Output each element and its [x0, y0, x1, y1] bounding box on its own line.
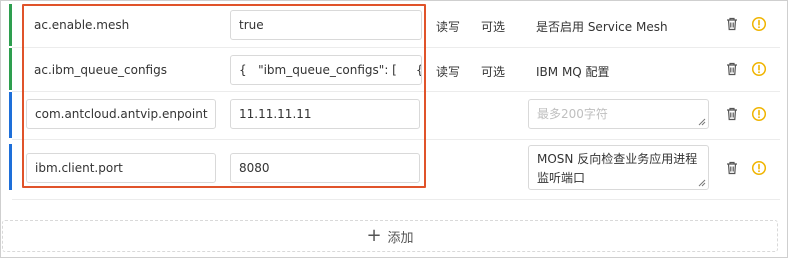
resize-handle-icon[interactable] [698, 179, 706, 187]
trash-icon[interactable] [724, 106, 740, 122]
description-text: IBM MQ 配置 [536, 65, 610, 79]
row-status-bar [9, 92, 12, 138]
access-mode-label: 读写 [436, 20, 461, 34]
plus-icon: + [366, 225, 382, 246]
required-label: 可选 [481, 20, 506, 34]
row-divider [12, 199, 780, 200]
required-label: 可选 [481, 65, 506, 79]
trash-icon[interactable] [724, 61, 740, 77]
row-divider [12, 139, 780, 140]
row-status-bar [9, 144, 12, 190]
config-key-input[interactable]: ibm.client.port [26, 153, 216, 183]
row-status-bar [9, 4, 12, 46]
description-text: 是否启用 Service Mesh [536, 20, 668, 34]
config-value-input[interactable]: true [230, 10, 422, 40]
trash-icon[interactable] [724, 160, 740, 176]
access-mode-label: 读写 [436, 65, 461, 79]
warning-circle-icon[interactable] [751, 106, 767, 122]
warning-circle-icon[interactable] [751, 16, 767, 32]
trash-icon[interactable] [724, 16, 740, 32]
description-text: MOSN 反向检查业务应用进程监听端口 [537, 152, 698, 185]
config-row-client-port: ibm.client.port 8080 MOSN 反向检查业务应用进程监听端口 [0, 144, 790, 190]
config-value-input[interactable]: 11.11.11.11 [230, 99, 420, 129]
config-value-input[interactable]: 8080 [230, 153, 420, 183]
config-key-input[interactable]: com.antcloud.antvip.enpoint [26, 99, 216, 129]
config-key-label: ac.ibm_queue_configs [34, 63, 167, 77]
add-button-label: 添加 [387, 230, 414, 246]
description-textarea[interactable]: 最多200字符 [528, 99, 709, 129]
config-key-label: ac.enable.mesh [34, 18, 130, 32]
config-value-input[interactable]: { "ibm_queue_configs": [ { [230, 55, 422, 85]
config-row-ibm-queue: ac.ibm_queue_configs { "ibm_queue_config… [0, 48, 790, 90]
description-placeholder: 最多200字符 [537, 107, 608, 121]
description-textarea[interactable]: MOSN 反向检查业务应用进程监听端口 [528, 145, 709, 190]
add-config-button[interactable]: + 添加 [2, 220, 778, 252]
row-status-bar [9, 48, 12, 90]
config-row-enable-mesh: ac.enable.mesh true 读写 可选 是否启用 Service M… [0, 4, 790, 46]
config-row-antvip-endpoint: com.antcloud.antvip.enpoint 11.11.11.11 … [0, 92, 790, 138]
warning-circle-icon[interactable] [751, 160, 767, 176]
resize-handle-icon[interactable] [698, 118, 706, 126]
warning-circle-icon[interactable] [751, 61, 767, 77]
